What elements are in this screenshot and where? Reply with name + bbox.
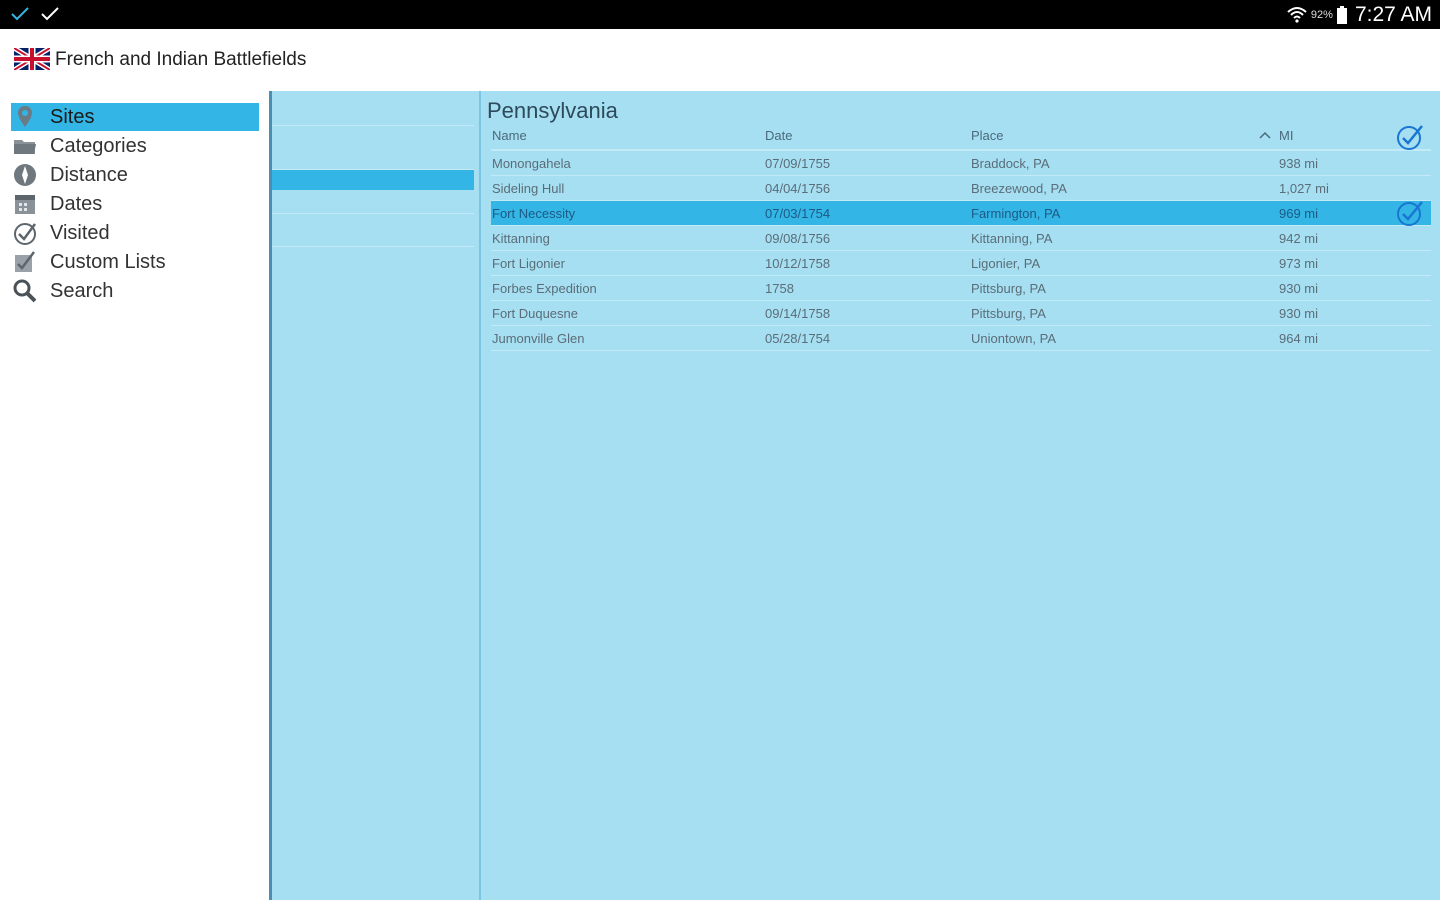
table-row[interactable]: Forbes Expedition 1758 Pittsburg, PA 930 mi — [491, 276, 1431, 301]
sidebar-item-label: Visited — [50, 221, 110, 244]
table-row[interactable]: Sideling Hull 04/04/1756 Breezewood, PA 1,0… — [491, 176, 1431, 201]
cell-place: Kittanning, PA — [971, 231, 1053, 246]
table-row[interactable]: Monongahela 07/09/1755 Braddock, PA 938 mi — [491, 151, 1431, 176]
cell-place: Pittsburg, PA — [971, 281, 1046, 296]
union-jack-flag-icon[interactable] — [14, 48, 50, 70]
checklist-icon — [11, 248, 39, 276]
cell-mi: 930 mi — [1279, 281, 1319, 296]
check-icon — [41, 7, 59, 21]
sidebar-item-visited[interactable]: Visited — [11, 219, 259, 247]
wifi-icon — [1287, 7, 1307, 23]
app-title: French and Indian Battlefields — [55, 49, 307, 70]
sidebar-item-label: Distance — [50, 163, 128, 186]
sort-ascending-icon — [1259, 131, 1271, 139]
compass-icon — [11, 161, 39, 189]
list-separator — [272, 213, 474, 214]
cell-name: Monongahela — [492, 156, 571, 171]
sidebar-item-label: Sites — [50, 105, 95, 128]
cell-place: Pittsburg, PA — [971, 306, 1046, 321]
sidebar-item-label: Search — [50, 279, 114, 302]
table-body: Monongahela 07/09/1755 Braddock, PA 938 mi S… — [491, 151, 1431, 351]
cell-name: Fort Duquesne — [492, 306, 578, 321]
sidebar-nav: Sites Categories Distance Dates Visited … — [0, 91, 270, 900]
app-bar: French and Indian Battlefields — [0, 29, 1440, 91]
cell-mi: 973 mi — [1279, 256, 1319, 271]
column-header-place[interactable]: Place — [971, 128, 1004, 143]
cell-mi: 964 mi — [1279, 331, 1319, 346]
column-header-mi[interactable]: MI — [1279, 128, 1293, 143]
sidebar-item-custom-lists[interactable]: Custom Lists — [11, 248, 259, 276]
column-header-date[interactable]: Date — [765, 128, 792, 143]
cell-name: Forbes Expedition — [492, 281, 597, 296]
sidebar-item-distance[interactable]: Distance — [11, 161, 259, 189]
sidebar-item-sites[interactable]: Sites — [11, 103, 259, 131]
table-row[interactable]: Fort Ligonier 10/12/1758 Ligonier, PA 973 m… — [491, 251, 1431, 276]
sidebar-item-search[interactable]: Search — [11, 277, 259, 305]
notification-icons — [10, 6, 60, 22]
status-bar: 92% 7:27 AM — [0, 0, 1440, 29]
table-row[interactable]: Kittanning 09/08/1756 Kittanning, PA 942 mi — [491, 226, 1431, 251]
cell-place: Farmington, PA — [971, 206, 1061, 221]
check-icon — [11, 7, 29, 21]
cell-place: Uniontown, PA — [971, 331, 1057, 346]
cell-name: Fort Necessity — [492, 206, 576, 221]
cell-name: Kittanning — [492, 231, 550, 246]
table-row[interactable]: Fort Necessity 07/03/1754 Farmington, PA 96… — [491, 201, 1431, 226]
cell-date: 05/28/1754 — [765, 331, 831, 346]
folder-icon — [11, 132, 39, 160]
list-separator — [272, 125, 474, 126]
list-separator — [272, 246, 474, 247]
map-pin-icon — [11, 103, 39, 131]
cell-date: 07/09/1755 — [765, 156, 831, 171]
cell-mi: 942 mi — [1279, 231, 1319, 246]
check-circle-icon — [11, 219, 39, 247]
cell-place: Braddock, PA — [971, 156, 1050, 171]
table-row[interactable]: Fort Duquesne 09/14/1758 Pittsburg, PA 930 … — [491, 301, 1431, 326]
cell-mi: 1,027 mi — [1279, 181, 1329, 196]
sidebar-item-dates[interactable]: Dates — [11, 190, 259, 218]
cell-date: 10/12/1758 — [765, 256, 831, 271]
visited-check-icon[interactable] — [1395, 199, 1425, 227]
calendar-icon — [11, 190, 39, 218]
region-title: Pennsylvania — [487, 98, 618, 123]
table-row[interactable]: Jumonville Glen 05/28/1754 Uniontown, PA 96… — [491, 326, 1431, 351]
cell-place: Breezewood, PA — [971, 181, 1067, 196]
cell-mi: 969 mi — [1279, 206, 1319, 221]
clock: 7:27 AM — [1354, 3, 1432, 26]
cell-name: Sideling Hull — [492, 181, 565, 196]
cell-date: 1758 — [765, 281, 794, 296]
cell-place: Ligonier, PA — [971, 256, 1041, 271]
sidebar-item-label: Custom Lists — [50, 250, 166, 273]
middle-list-pane — [272, 91, 479, 900]
column-header-name[interactable]: Name — [492, 128, 527, 143]
cell-date: 09/14/1758 — [765, 306, 831, 321]
cell-mi: 938 mi — [1279, 156, 1319, 171]
cell-date: 09/08/1756 — [765, 231, 831, 246]
sidebar-item-label: Categories — [50, 134, 147, 157]
cell-date: 04/04/1756 — [765, 181, 831, 196]
sidebar-item-label: Dates — [50, 192, 103, 215]
cell-mi: 930 mi — [1279, 306, 1319, 321]
battery-percent: 92% — [1310, 9, 1333, 21]
selected-list-item[interactable] — [272, 170, 474, 190]
search-icon — [11, 277, 39, 305]
cell-date: 07/03/1754 — [765, 206, 831, 221]
sites-table-pane: Pennsylvania Name Date Place MI Monongah… — [481, 91, 1440, 900]
sidebar-item-categories[interactable]: Categories — [11, 132, 259, 160]
table-header: Name Date Place MI — [491, 123, 1431, 151]
cell-name: Fort Ligonier — [492, 256, 565, 271]
cell-name: Jumonville Glen — [492, 331, 585, 346]
battery-icon — [1336, 6, 1347, 24]
sites-table: Name Date Place MI Monongahela 07/09/1755… — [491, 123, 1431, 351]
check-circle-icon[interactable] — [1395, 123, 1425, 151]
